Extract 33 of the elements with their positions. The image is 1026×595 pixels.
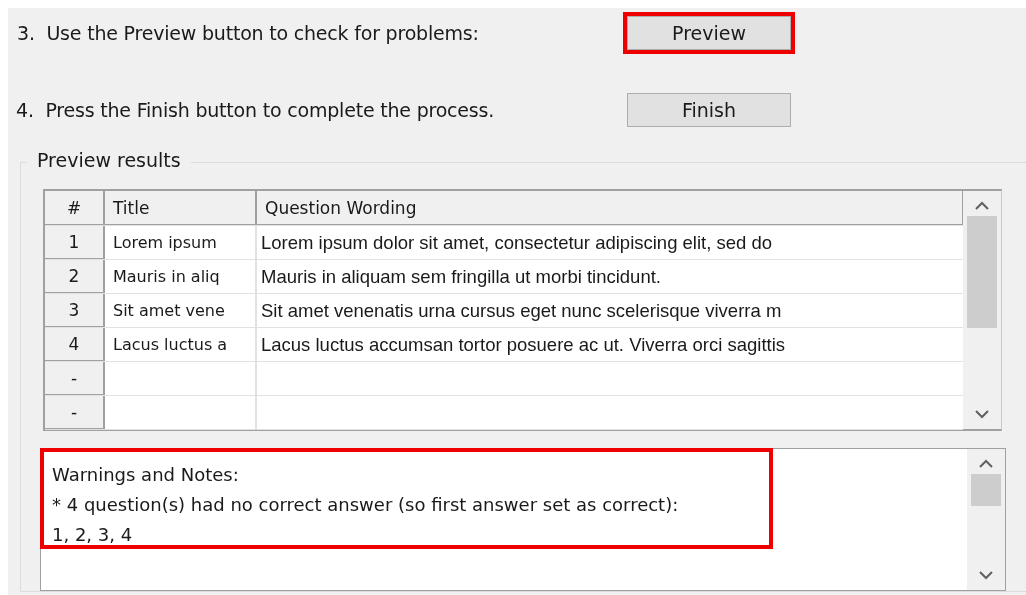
table-cell: Mauris in aliq [105, 260, 257, 293]
row-header: 4 [45, 328, 105, 361]
scroll-thumb[interactable] [967, 216, 997, 328]
step-button[interactable]: Finish [627, 93, 791, 127]
table-cell-text: Lorem ipsum dolor sit amet, consectetur adipiscing elit, sed do [260, 230, 774, 255]
row-header: 3 [45, 294, 105, 327]
table-cell: Lacus luctus a [105, 328, 257, 361]
notes-box[interactable]: Warnings and Notes: * 4 question(s) had no correct answer (so first answer set as correct): 1, 2, 3, 4 [40, 448, 1006, 591]
note-line: * 4 question(s) had no correct answer (so first answer set as correct): [52, 493, 680, 517]
scrollbar[interactable] [963, 191, 1001, 429]
table-cell-text: Mauris in aliquam sem fringilla ut morbi tincidunt. [260, 264, 662, 289]
step-instruction: 4. Press the Finish button to complete the process. [15, 99, 496, 121]
column-header[interactable]: Question Wording [257, 191, 963, 225]
scroll-up-icon[interactable] [975, 201, 989, 210]
scroll-down-icon[interactable] [975, 410, 989, 419]
row-header: 1 [45, 226, 105, 259]
row-header: - [45, 362, 105, 395]
scroll-up-icon[interactable] [979, 459, 993, 468]
table-cell-text: Lacus luctus accumsan tortor posuere ac ut. Viverra orci sagittis [260, 332, 787, 357]
column-header[interactable]: # [45, 191, 105, 225]
table-cell-text: Sit amet venenatis urna cursus eget nunc scelerisque viverra m [260, 298, 783, 323]
row-header: 2 [45, 260, 105, 293]
row-header: - [45, 396, 105, 429]
scroll-down-icon[interactable] [979, 571, 993, 580]
scrollbar[interactable] [967, 449, 1005, 590]
scroll-thumb[interactable] [971, 474, 1001, 506]
table-cell: Lorem ipsum [105, 226, 257, 259]
note-line: 1, 2, 3, 4 [52, 523, 134, 547]
column-header[interactable]: Title [105, 191, 257, 225]
table-cell: Sit amet vene [105, 294, 257, 327]
step-instruction: 3. Use the Preview button to check for problems: [16, 22, 480, 44]
step-button[interactable]: Preview [627, 16, 791, 50]
note-line: Warnings and Notes: [52, 463, 240, 487]
